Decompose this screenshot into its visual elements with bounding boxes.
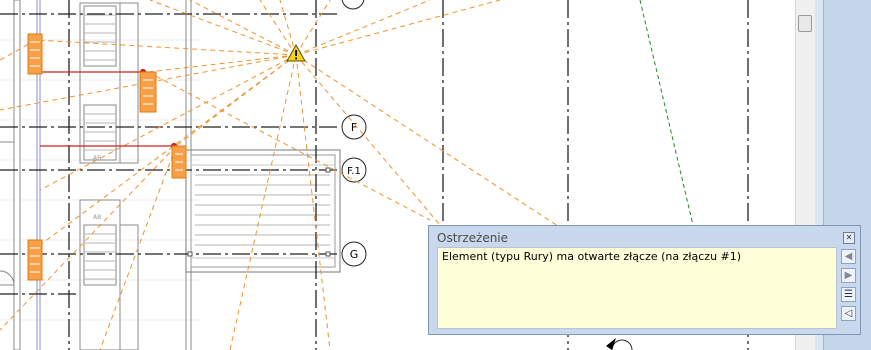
grid-bubble-f: F: [341, 114, 367, 140]
next-warning-button[interactable]: ▶: [841, 268, 856, 283]
dialog-title: Ostrzeżenie: [437, 231, 509, 245]
grid-label: F.1: [347, 166, 361, 177]
grid-bubble-f1: F.1: [341, 157, 367, 183]
previous-warning-button[interactable]: ◀: [841, 249, 856, 264]
show-details-button[interactable]: ☰: [841, 287, 856, 302]
warning-icon[interactable]: [286, 43, 306, 62]
previous-arrow-icon: ◀: [844, 251, 853, 262]
grid-label: G: [350, 248, 359, 261]
next-arrow-icon: ▶: [844, 270, 853, 281]
details-icon: ☰: [844, 289, 853, 300]
sound-toggle-button[interactable]: ◁: [841, 306, 856, 321]
speaker-icon: ◁: [844, 308, 853, 319]
grid-bubble-top: [341, 0, 365, 10]
grid-bubble-bottom: [606, 338, 633, 350]
fixture-hatching: [30, 41, 183, 273]
grid-label: F: [351, 121, 357, 134]
close-icon[interactable]: ✕: [843, 232, 855, 244]
axis-markers: [187, 167, 331, 257]
scrollbar-thumb[interactable]: [798, 15, 812, 32]
element-tag: AB: [93, 214, 101, 221]
warning-message-panel: Element (typu Rury) ma otwarte złącze (n…: [437, 247, 837, 329]
green-dashed-line: [639, 0, 694, 226]
door-swings: [0, 141, 15, 286]
warning-message: Element (typu Rury) ma otwarte złącze (n…: [442, 250, 742, 263]
grid-bubble-g: G: [341, 241, 367, 267]
warning-dialog: Ostrzeżenie ✕ Element (typu Rury) ma otw…: [428, 225, 861, 335]
